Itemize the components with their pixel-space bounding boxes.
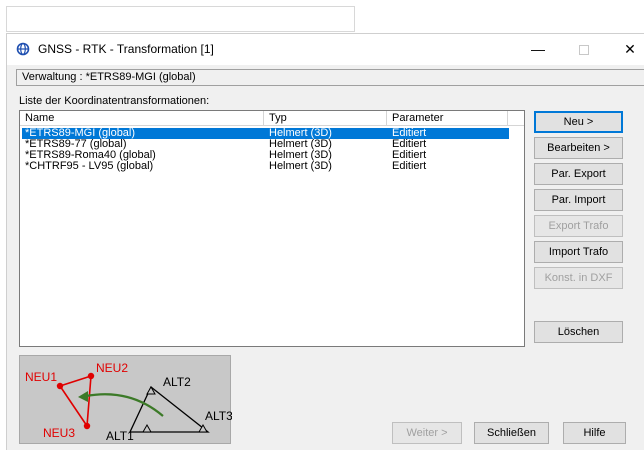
label-alt1: ALT1 (106, 429, 134, 443)
label-neu2: NEU2 (96, 361, 128, 375)
maximize-button (561, 34, 607, 65)
label-neu3: NEU3 (43, 426, 75, 440)
import-trafo-button[interactable]: Import Trafo (534, 241, 623, 263)
list-header: Name Typ Parameter (20, 111, 524, 126)
bearbeiten-button[interactable]: Bearbeiten > (534, 137, 623, 159)
konst-dxf-button[interactable]: Konst. in DXF (534, 267, 623, 289)
label-alt2: ALT2 (163, 375, 191, 389)
verwaltung-field: Verwaltung : *ETRS89-MGI (global) (16, 69, 644, 86)
neu3-point (83, 422, 91, 430)
column-header-name[interactable]: Name (20, 111, 264, 126)
weiter-button[interactable]: Weiter > (392, 422, 462, 444)
cell-parameter: Editiert (392, 160, 427, 172)
alt2-marker (146, 385, 156, 395)
globe-icon (16, 42, 30, 56)
dialog-window: GNSS - RTK - Transformation [1] — ✕ Verw… (6, 33, 644, 450)
arrow-head-icon (78, 391, 88, 402)
neu1-point (56, 382, 64, 390)
transformation-list[interactable]: Name Typ Parameter *ETRS89-MGI (global) … (19, 110, 525, 347)
maximize-icon (579, 45, 589, 56)
transformation-diagram: NEU1 NEU2 NEU3 ALT1 ALT2 ALT3 (19, 355, 232, 444)
transform-arrow (85, 393, 164, 417)
cell-name: *CHTRF95 - LV95 (global) (25, 160, 154, 172)
title-bar: GNSS - RTK - Transformation [1] — ✕ (7, 34, 644, 65)
close-button[interactable]: ✕ (607, 34, 644, 65)
cell-typ: Helmert (3D) (269, 160, 332, 172)
alt-triangle (128, 385, 210, 433)
diagram-graphic: NEU1 NEU2 NEU3 ALT1 ALT2 ALT3 (25, 361, 232, 443)
minimize-button[interactable]: — (515, 34, 561, 65)
top-input-box (6, 6, 355, 32)
alt1-marker (142, 423, 152, 433)
neu2-point (87, 372, 95, 380)
column-header-parameter[interactable]: Parameter (387, 111, 508, 126)
loeschen-button[interactable]: Löschen (534, 321, 623, 343)
list-label: Liste der Koordinatentransformationen: (19, 95, 210, 107)
export-trafo-button[interactable]: Export Trafo (534, 215, 623, 237)
hilfe-button[interactable]: Hilfe (563, 422, 626, 444)
par-import-button[interactable]: Par. Import (534, 189, 623, 211)
label-neu1: NEU1 (25, 370, 57, 384)
label-alt3: ALT3 (205, 409, 232, 423)
par-export-button[interactable]: Par. Export (534, 163, 623, 185)
column-header-typ[interactable]: Typ (264, 111, 387, 126)
schliessen-button[interactable]: Schließen (474, 422, 549, 444)
neu-button[interactable]: Neu > (534, 111, 623, 133)
table-row[interactable]: *CHTRF95 - LV95 (global) Helmert (3D) Ed… (22, 161, 509, 172)
window-title: GNSS - RTK - Transformation [1] (38, 42, 214, 56)
